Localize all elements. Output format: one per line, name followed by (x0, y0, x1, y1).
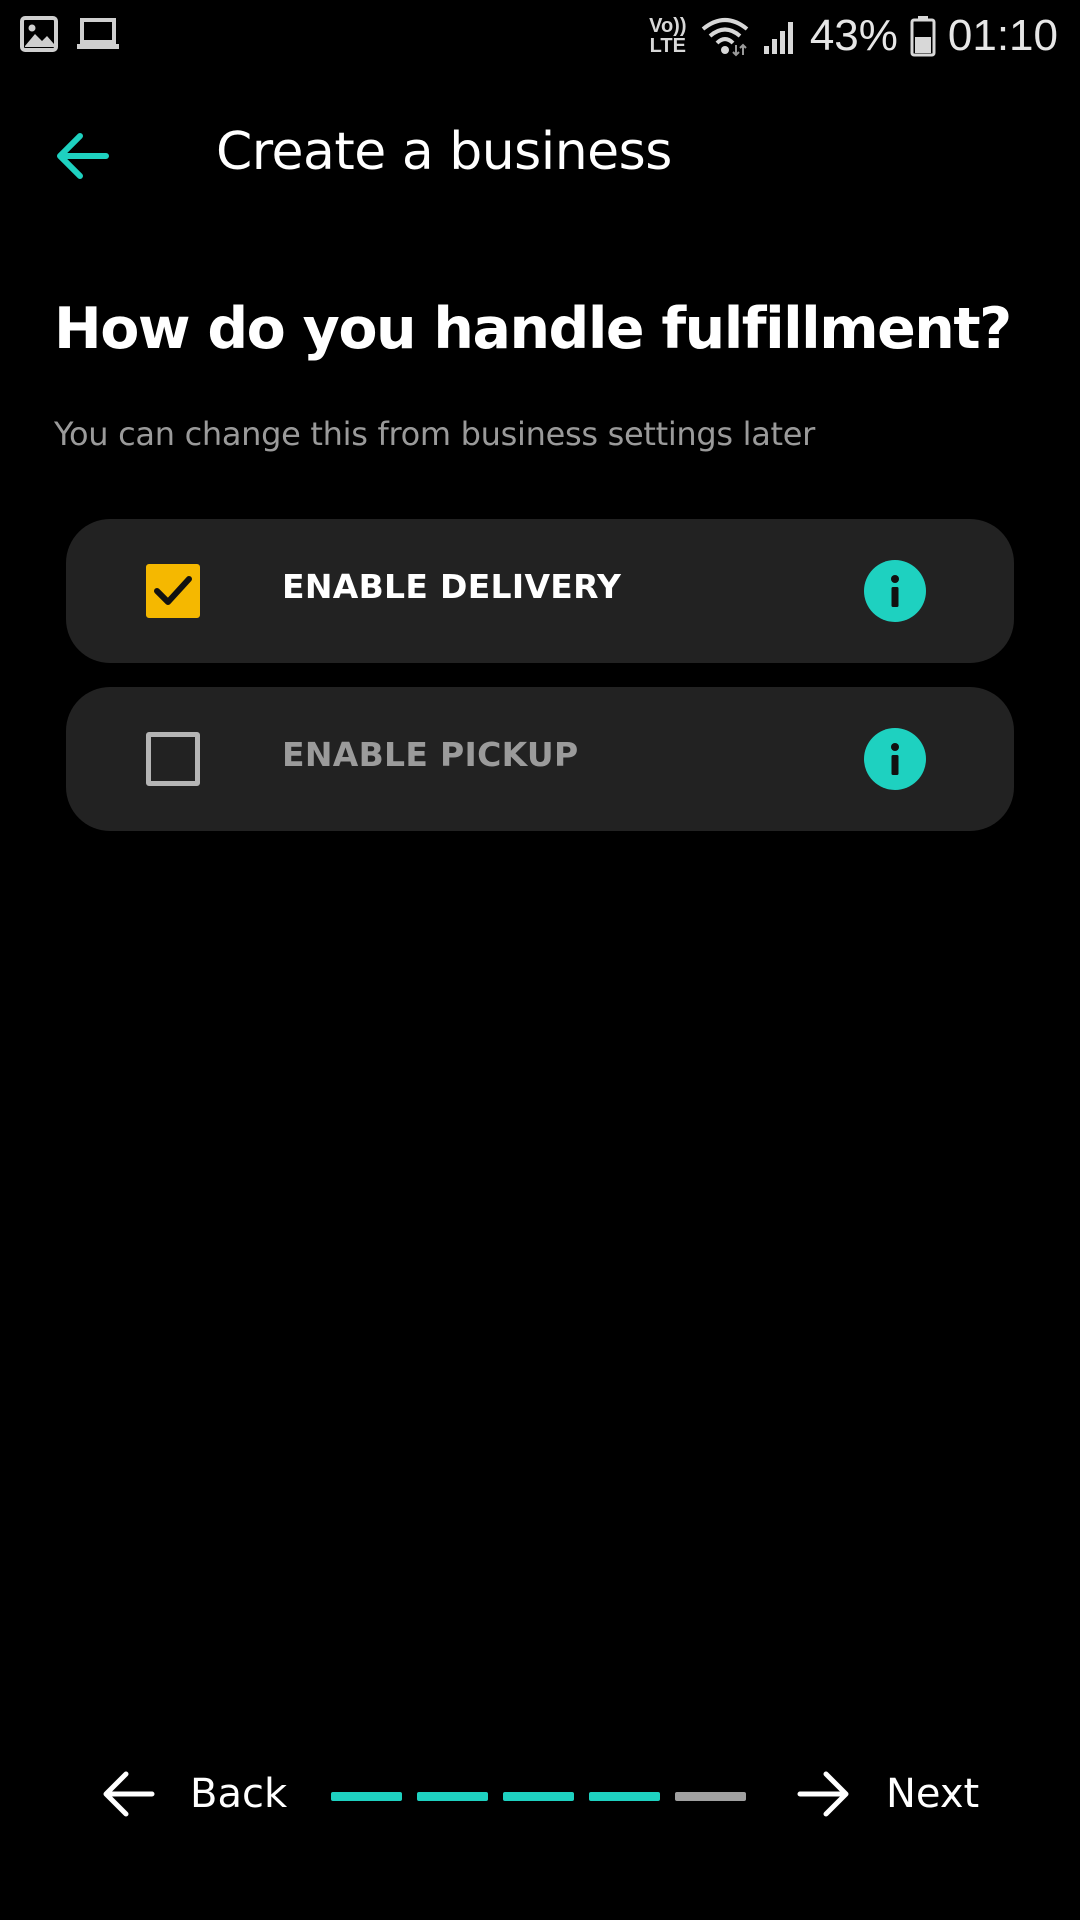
pickup-info-icon[interactable] (864, 728, 926, 790)
question-subtitle: You can change this from business settin… (54, 415, 816, 453)
progress-step-pending (675, 1792, 746, 1801)
info-icon-glyph (891, 575, 899, 607)
option-enable-delivery[interactable]: ENABLE DELIVERY (66, 519, 1014, 663)
delivery-info-icon[interactable] (864, 560, 926, 622)
arrow-right-icon (797, 1771, 849, 1817)
screen: Vo)) LTE 43% 01:10 Create a business How… (0, 0, 1080, 1920)
app-header: Create a business (0, 100, 1080, 212)
status-notifications (20, 16, 120, 52)
question-title: How do you handle fulfillment? (54, 296, 1012, 362)
volte-indicator: Vo)) LTE (648, 16, 688, 56)
progress-step-complete (589, 1792, 660, 1801)
back-button[interactable]: Back (100, 1764, 287, 1824)
signal-icon (763, 22, 793, 54)
progress-step-complete (331, 1792, 402, 1801)
battery-icon (910, 16, 936, 57)
gallery-notification-icon (20, 16, 58, 52)
lte-label: LTE (649, 35, 686, 57)
pickup-checkbox[interactable] (146, 732, 200, 786)
arrow-left-icon (103, 1771, 155, 1817)
battery-percent: 43% (809, 11, 898, 60)
info-icon-glyph (891, 743, 899, 775)
page-title: Create a business (216, 122, 672, 182)
checkmark-icon (154, 576, 192, 605)
delivery-label: ENABLE DELIVERY (282, 567, 622, 606)
back-arrow-icon[interactable] (52, 126, 112, 186)
next-button[interactable]: Next (796, 1764, 979, 1824)
status-bar: Vo)) LTE 43% 01:10 (0, 0, 1080, 72)
wifi-icon (701, 18, 749, 57)
step-progress-indicator (331, 1792, 746, 1801)
volte-label: Vo)) (649, 15, 687, 37)
back-label: Back (190, 1771, 288, 1817)
laptop-notification-icon (77, 18, 119, 49)
progress-step-complete (417, 1792, 488, 1801)
bottom-navigation: Back Next (0, 1760, 1080, 1830)
pickup-label: ENABLE PICKUP (282, 735, 579, 774)
delivery-checkbox[interactable] (146, 564, 200, 618)
option-enable-pickup[interactable]: ENABLE PICKUP (66, 687, 1014, 831)
status-indicators: Vo)) LTE 43% 01:10 (648, 10, 1058, 62)
clock: 01:10 (947, 11, 1058, 60)
next-label: Next (886, 1771, 980, 1817)
progress-step-complete (503, 1792, 574, 1801)
